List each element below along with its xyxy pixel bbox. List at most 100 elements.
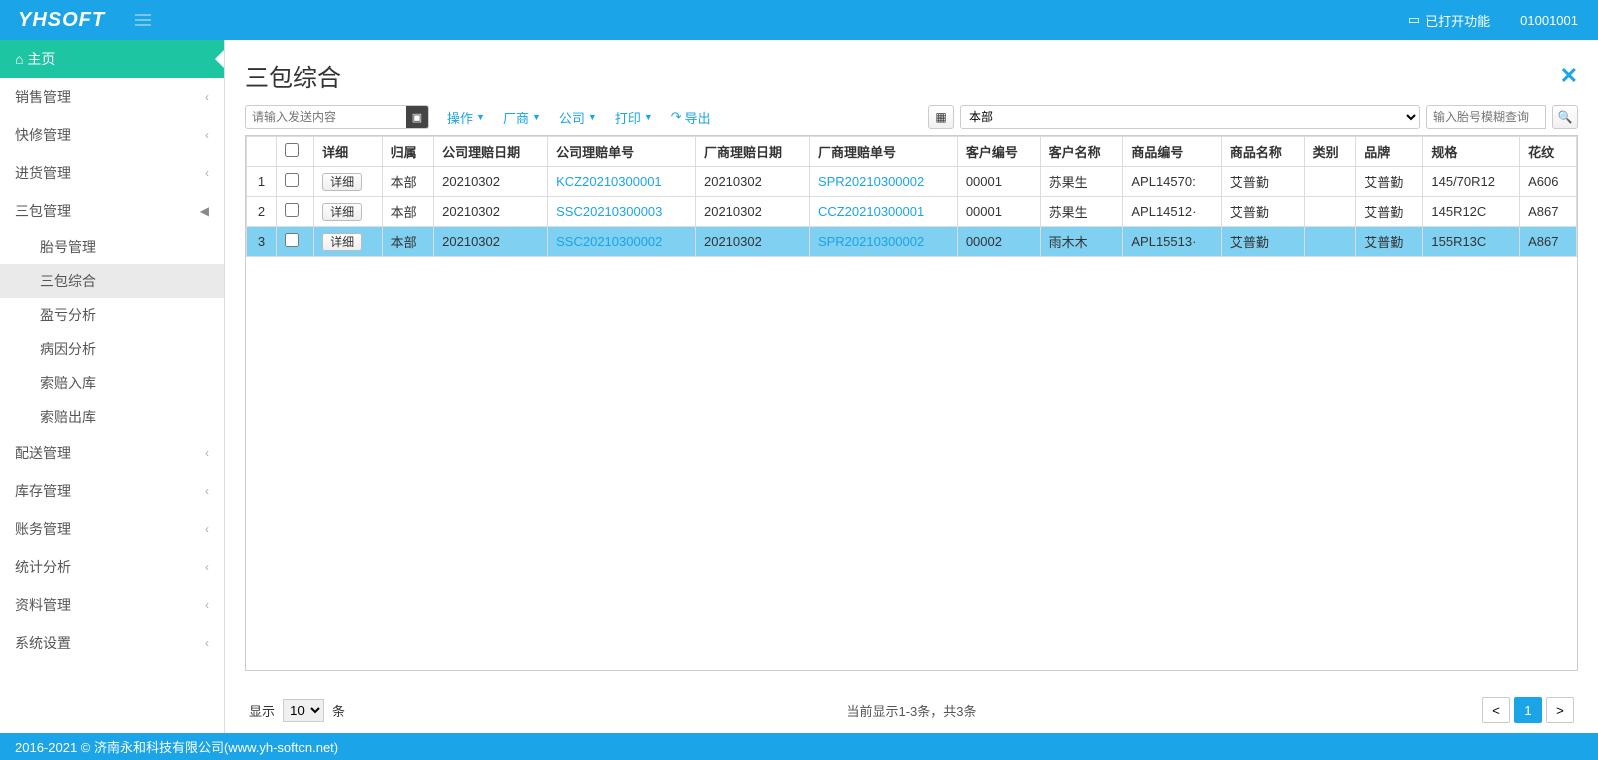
sidebar-item[interactable]: 账务管理‹ (0, 510, 224, 548)
search-input[interactable] (1426, 105, 1546, 129)
sidebar-sub-item[interactable]: 盈亏分析 (0, 298, 224, 332)
chevron-icon: ◀ (200, 204, 209, 218)
company-claim-link[interactable]: SSC20210300003 (548, 197, 696, 227)
page-1-button[interactable]: 1 (1514, 697, 1542, 723)
user-code[interactable]: 01001001 (1520, 13, 1578, 28)
sidebar-item[interactable]: 进货管理‹ (0, 154, 224, 192)
sidebar-item[interactable]: 系统设置‹ (0, 624, 224, 662)
sidebar-item[interactable]: 资料管理‹ (0, 586, 224, 624)
vendor-claim-link[interactable]: SPR20210300002 (809, 227, 957, 257)
column-header[interactable]: 类别 (1304, 137, 1356, 167)
chevron-icon: ‹ (205, 128, 209, 142)
unit-label: 条 (332, 701, 345, 720)
chevron-icon: ‹ (205, 636, 209, 650)
chevron-icon: ‹ (205, 166, 209, 180)
export-button[interactable]: ↷导出 (671, 108, 711, 127)
column-header[interactable]: 客户编号 (957, 137, 1040, 167)
sidebar-sub-item[interactable]: 三包综合 (0, 264, 224, 298)
company-claim-link[interactable]: SSC20210300002 (548, 227, 696, 257)
table-row[interactable]: 1详细本部20210302KCZ2021030000120210302SPR20… (247, 167, 1577, 197)
prev-page-button[interactable]: < (1482, 697, 1510, 723)
column-header[interactable]: 归属 (382, 137, 434, 167)
send-button[interactable]: ▣ (406, 105, 428, 129)
sidebar-item[interactable]: 销售管理‹ (0, 78, 224, 116)
row-checkbox[interactable] (285, 233, 299, 247)
sidebar-item[interactable]: 配送管理‹ (0, 434, 224, 472)
column-header[interactable]: 客户名称 (1040, 137, 1123, 167)
top-bar: YHSOFT ▭ 已打开功能 01001001 (0, 0, 1598, 40)
column-header[interactable]: 详细 (314, 137, 382, 167)
row-number: 1 (247, 167, 277, 197)
department-select[interactable]: 本部 (960, 105, 1420, 129)
close-icon[interactable]: ✕ (1560, 63, 1578, 89)
chevron-icon: ‹ (205, 90, 209, 104)
chevron-icon: ‹ (205, 522, 209, 536)
column-header[interactable] (247, 137, 277, 167)
detail-button[interactable]: 详细 (322, 203, 362, 221)
column-header[interactable]: 厂商理赔单号 (809, 137, 957, 167)
company-menu[interactable]: 公司▼ (559, 108, 597, 127)
page-size-select[interactable]: 10 (283, 699, 324, 722)
sidebar-item[interactable]: 统计分析‹ (0, 548, 224, 586)
chevron-icon: ‹ (205, 598, 209, 612)
sidebar: ⌂ 主页 销售管理‹快修管理‹进货管理‹三包管理◀胎号管理三包综合盈亏分析病因分… (0, 40, 225, 733)
logo: YHSOFT (0, 9, 123, 32)
opened-functions-label: 已打开功能 (1425, 11, 1490, 30)
chat-icon: ▣ (412, 111, 422, 124)
row-number: 2 (247, 197, 277, 227)
company-claim-link[interactable]: KCZ20210300001 (548, 167, 696, 197)
send-group: ▣ (245, 105, 429, 129)
footer-bar: 2016-2021 © 济南永和科技有限公司(www.yh-softcn.net… (0, 733, 1598, 760)
column-header[interactable]: 品牌 (1356, 137, 1423, 167)
page-title: 三包综合 (245, 58, 341, 93)
row-checkbox[interactable] (285, 173, 299, 187)
row-number: 3 (247, 227, 277, 257)
sidebar-home-label: 主页 (27, 51, 55, 67)
search-button[interactable]: 🔍 (1552, 105, 1578, 129)
select-all-checkbox[interactable] (285, 143, 299, 157)
column-header[interactable]: 花纹 (1520, 137, 1577, 167)
column-header[interactable]: 公司理赔日期 (434, 137, 548, 167)
print-menu[interactable]: 打印▼ (615, 108, 653, 127)
column-header[interactable]: 商品编号 (1123, 137, 1221, 167)
horizontal-scrollbar[interactable] (245, 671, 1578, 687)
table-row[interactable]: 3详细本部20210302SSC2021030000220210302SPR20… (247, 227, 1577, 257)
sidebar-item[interactable]: 快修管理‹ (0, 116, 224, 154)
sidebar-item[interactable]: 库存管理‹ (0, 472, 224, 510)
table-footer: 显示 10 条 当前显示1-3条，共3条 < 1 > (245, 687, 1578, 733)
column-header[interactable] (277, 137, 314, 167)
table-row[interactable]: 2详细本部20210302SSC2021030000320210302CCZ20… (247, 197, 1577, 227)
column-header[interactable]: 规格 (1423, 137, 1520, 167)
row-checkbox[interactable] (285, 203, 299, 217)
detail-button[interactable]: 详细 (322, 233, 362, 251)
copyright: 2016-2021 © 济南永和科技有限公司(www.yh-softcn.net… (15, 740, 338, 755)
vendor-menu[interactable]: 厂商▼ (503, 108, 541, 127)
chevron-icon: ‹ (205, 446, 209, 460)
send-input[interactable] (246, 108, 406, 126)
caret-down-icon: ▼ (644, 112, 653, 122)
opened-functions-button[interactable]: ▭ 已打开功能 (1408, 11, 1490, 30)
vendor-claim-link[interactable]: SPR20210300002 (809, 167, 957, 197)
data-table: 详细归属公司理赔日期公司理赔单号厂商理赔日期厂商理赔单号客户编号客户名称商品编号… (246, 136, 1577, 257)
sidebar-sub-item[interactable]: 索赔入库 (0, 366, 224, 400)
window-icon: ▭ (1408, 12, 1420, 28)
export-icon: ↷ (671, 109, 682, 125)
table-header-row: 详细归属公司理赔日期公司理赔单号厂商理赔日期厂商理赔单号客户编号客户名称商品编号… (247, 137, 1577, 167)
sidebar-sub-item[interactable]: 胎号管理 (0, 230, 224, 264)
sidebar-home[interactable]: ⌂ 主页 (0, 40, 224, 78)
caret-down-icon: ▼ (476, 112, 485, 122)
grid-view-button[interactable]: ▦ (928, 105, 954, 129)
detail-button[interactable]: 详细 (322, 173, 362, 191)
vendor-claim-link[interactable]: CCZ20210300001 (809, 197, 957, 227)
chevron-icon: ‹ (205, 560, 209, 574)
next-page-button[interactable]: > (1546, 697, 1574, 723)
column-header[interactable]: 厂商理赔日期 (695, 137, 809, 167)
column-header[interactable]: 公司理赔单号 (548, 137, 696, 167)
column-header[interactable]: 商品名称 (1221, 137, 1304, 167)
sidebar-sub-item[interactable]: 病因分析 (0, 332, 224, 366)
sidebar-sub-item[interactable]: 索赔出库 (0, 400, 224, 434)
menu-toggle-icon[interactable] (123, 0, 163, 40)
sidebar-item[interactable]: 三包管理◀ (0, 192, 224, 230)
action-menu[interactable]: 操作▼ (447, 108, 485, 127)
main-content: 三包综合 ✕ ▣ 操作▼ 厂商▼ 公司▼ 打印▼ ↷导出 ▦ 本部 🔍 (225, 40, 1598, 733)
